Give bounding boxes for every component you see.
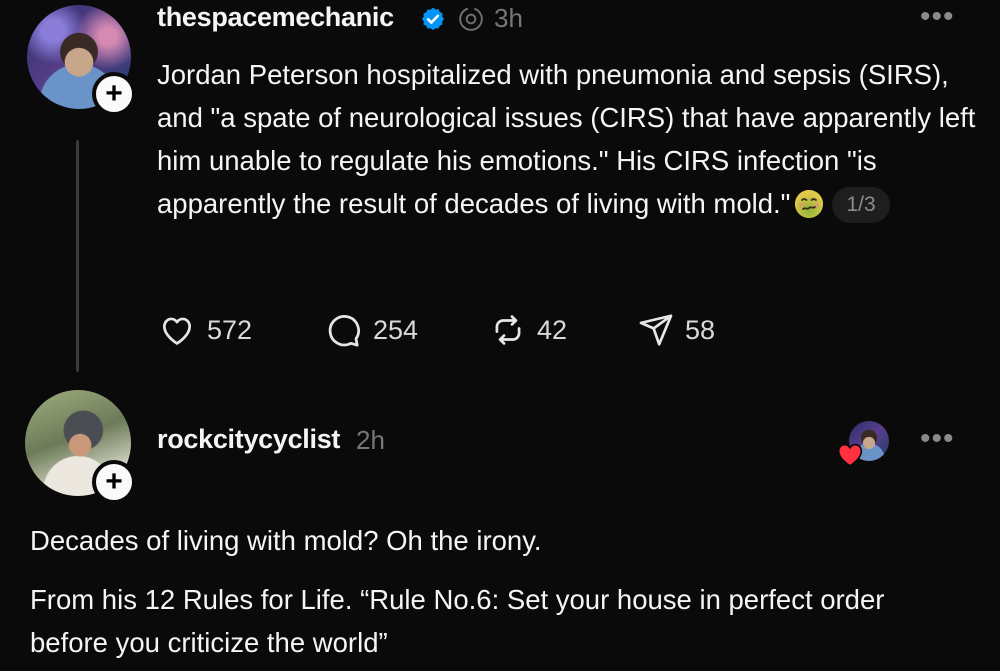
verified-badge-icon xyxy=(421,7,445,31)
post-timestamp: 3h xyxy=(494,3,523,33)
share-button[interactable]: 58 xyxy=(637,310,715,350)
thread-connector-line xyxy=(76,140,79,372)
liked-by-author-indicator xyxy=(837,421,889,467)
post-author-username[interactable]: thespacemechanic xyxy=(157,2,394,33)
post-more-options-icon[interactable]: ••• xyxy=(920,2,955,32)
reply-paragraph: From his 12 Rules for Life. “Rule No.6: … xyxy=(30,584,885,658)
carousel-page-indicator: 1/3 xyxy=(832,187,890,223)
repost-count: 42 xyxy=(537,314,568,345)
threads-logo-icon xyxy=(459,7,483,31)
share-count: 58 xyxy=(685,314,716,345)
red-heart-icon xyxy=(837,443,863,467)
send-paper-plane-icon xyxy=(639,314,673,346)
reply-author-username[interactable]: rockcitycyclist xyxy=(157,424,340,455)
repost-icon xyxy=(495,315,521,345)
reply-button[interactable]: 254 xyxy=(323,310,418,350)
repost-button[interactable]: 42 xyxy=(489,310,567,350)
follow-plus-icon[interactable]: + xyxy=(92,72,136,116)
comment-bubble-icon xyxy=(328,315,360,347)
nauseated-face-emoji xyxy=(795,190,824,218)
reply-timestamp: 2h xyxy=(356,425,385,455)
post-body: Jordan Peterson hospitalized with pneumo… xyxy=(157,53,977,225)
follow-plus-icon[interactable]: + xyxy=(92,460,136,504)
heart-icon xyxy=(162,317,192,345)
reply-more-options-icon[interactable]: ••• xyxy=(920,424,955,454)
reply-count: 254 xyxy=(373,314,419,345)
reply-paragraph: Decades of living with mold? Oh the iron… xyxy=(30,525,542,556)
threads-page: + thespacemechanic 3h ••• Jordan Peterso… xyxy=(0,0,1000,671)
like-count: 572 xyxy=(207,314,253,345)
like-button[interactable]: 572 xyxy=(157,310,252,350)
